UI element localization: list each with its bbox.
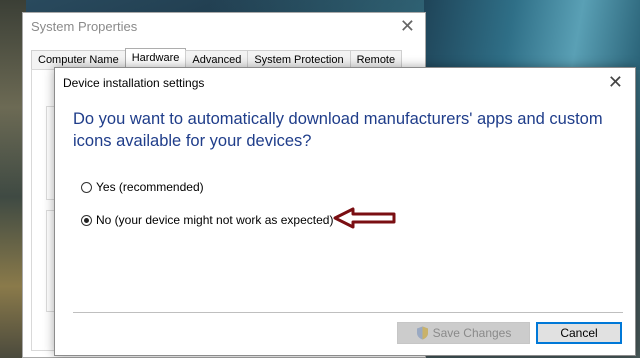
option-no-label: No (your device might not work as expect… (96, 213, 334, 227)
desktop-wallpaper-right (424, 0, 640, 70)
radio-yes[interactable] (81, 181, 92, 193)
close-icon[interactable]: ✕ (400, 15, 415, 37)
option-no[interactable]: No (your device might not work as expect… (81, 213, 333, 227)
window-title: System Properties (31, 19, 138, 34)
cancel-button[interactable]: Cancel (536, 322, 622, 344)
save-changes-label: Save Changes (432, 326, 512, 340)
close-icon[interactable]: ✕ (608, 71, 623, 93)
device-installation-settings-dialog: Device installation settings ✕ Do you wa… (54, 67, 636, 356)
dialog-question: Do you want to automatically download ma… (73, 110, 603, 150)
separator (73, 312, 623, 313)
option-yes[interactable]: Yes (recommended) (81, 180, 204, 194)
option-yes-label: Yes (recommended) (96, 180, 204, 194)
save-changes-button[interactable]: Save Changes (397, 322, 530, 344)
cancel-label: Cancel (560, 326, 598, 340)
arrow-annotation-icon (333, 207, 396, 229)
dialog-title: Device installation settings (63, 76, 205, 90)
uac-shield-icon (416, 326, 428, 340)
radio-no[interactable] (81, 214, 92, 226)
